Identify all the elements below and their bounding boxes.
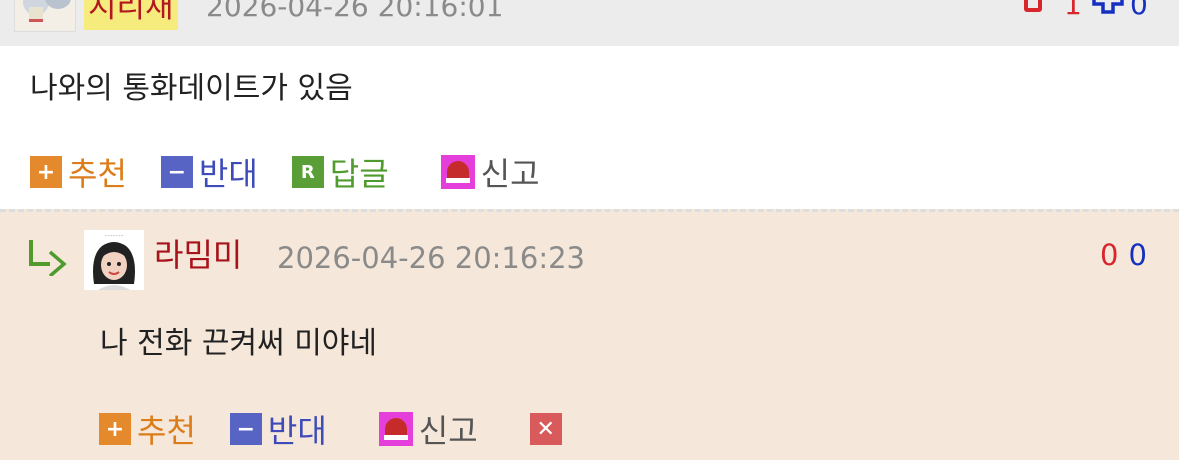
vote-counts: 00 (1100, 232, 1147, 278)
comment-text: 나 전화 끈켜써 미야네 (100, 326, 378, 361)
report-label: 신고 (480, 155, 540, 193)
recommend-label: 추천 (137, 412, 196, 450)
minus-icon: − (229, 413, 262, 445)
dislike-count: 1 (1064, 0, 1082, 21)
oppose-button[interactable]: − 반대 (229, 406, 327, 452)
author-name[interactable]: 지리채 (84, 0, 178, 30)
plus-icon: + (99, 413, 131, 445)
like-count: 0 (1130, 0, 1148, 21)
report-button[interactable]: 신고 (378, 406, 478, 452)
delete-button[interactable]: ✕ (529, 413, 568, 445)
reply-comment: ············ 라밈미 2026-04-26 20:16:23 00 … (0, 209, 1179, 460)
oppose-label: 반대 (198, 155, 258, 193)
recommend-button[interactable]: + 추천 (30, 149, 127, 195)
dislike-count: 0 (1100, 238, 1119, 272)
plus-icon: + (30, 156, 62, 188)
svg-text:············: ············ (104, 233, 123, 239)
siren-icon (440, 155, 475, 189)
comment-timestamp: 2026-04-26 20:16:01 (206, 0, 504, 23)
author-name[interactable]: 라밈미 (154, 232, 242, 278)
dislike-icon[interactable] (1024, 0, 1042, 12)
recommend-button[interactable]: + 추천 (99, 406, 196, 452)
siren-icon (378, 412, 413, 446)
comment-text: 나와의 통화데이트가 있음 (30, 71, 353, 106)
reply-label: 답글 (329, 155, 389, 193)
avatar[interactable] (14, 0, 76, 32)
report-label: 신고 (418, 412, 478, 450)
recommend-label: 추천 (68, 155, 127, 193)
oppose-button[interactable]: − 반대 (160, 149, 258, 195)
comment-timestamp: 2026-04-26 20:16:23 (277, 241, 585, 275)
comment-actions: + 추천 − 반대 R 답글 신고 (30, 149, 574, 195)
avatar[interactable]: ············ (84, 230, 144, 290)
like-icon[interactable] (1092, 0, 1124, 14)
reply-actions: + 추천 − 반대 신고 ✕ (99, 406, 602, 452)
report-button[interactable]: 신고 (440, 149, 540, 195)
reply-r-icon: R (291, 156, 324, 188)
reply-button[interactable]: R 답글 (291, 149, 389, 195)
close-icon: ✕ (529, 413, 562, 445)
minus-icon: − (160, 156, 193, 188)
oppose-label: 반대 (267, 412, 327, 450)
comment-header: 지리채 2026-04-26 20:16:01 1 0 (0, 0, 1179, 46)
reply-arrow-icon (29, 240, 67, 276)
like-count: 0 (1128, 238, 1147, 272)
